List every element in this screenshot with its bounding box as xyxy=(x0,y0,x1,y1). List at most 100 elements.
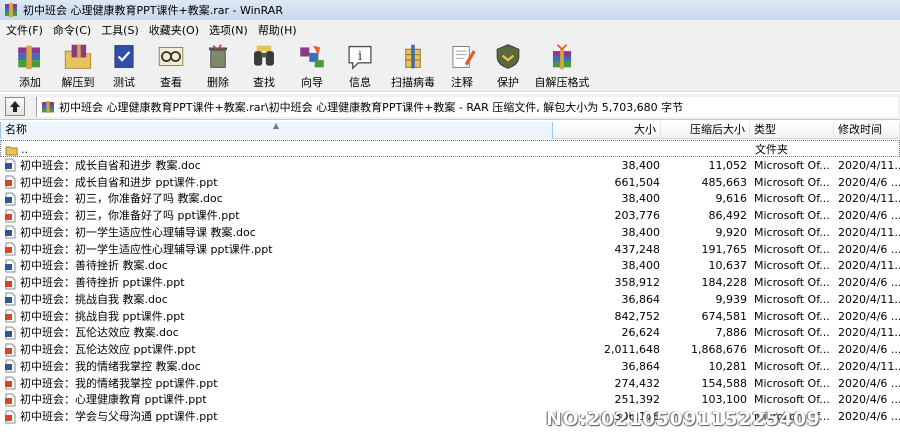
delete-button[interactable]: 删除 xyxy=(198,42,238,90)
file-row[interactable]: 初中班会：心理健康教育 ppt课件.ppt 251,392 103,100 Micro… xyxy=(0,391,900,408)
powerpoint-file-icon xyxy=(5,376,16,390)
file-type: Microsoft Of... xyxy=(754,359,830,373)
powerpoint-file-icon xyxy=(5,309,16,323)
file-row[interactable]: 初中班会：善待挫折 ppt课件.ppt 358,912 184,228 Microso… xyxy=(0,274,900,291)
file-type: Microsoft Of... xyxy=(754,192,830,206)
file-name: 初中班会：挑战自我 教案.doc xyxy=(20,292,168,306)
file-modified: 2020/4/11... xyxy=(838,359,900,373)
file-row[interactable]: 初中班会：挑战自我 ppt课件.ppt 842,752 674,581 Microso… xyxy=(0,308,900,325)
menu-commands[interactable]: 命令(C) xyxy=(49,22,97,38)
file-size: 38,400 xyxy=(621,158,661,172)
file-size: 2,011,648 xyxy=(604,343,660,356)
wizard-button[interactable]: 向导 xyxy=(292,42,332,90)
word-document-icon xyxy=(5,259,16,273)
file-row[interactable]: 初中班会：挑战自我 教案.doc 36,864 9,939 Microsoft Of.… xyxy=(0,291,900,308)
view-icon xyxy=(158,46,184,67)
path-field[interactable]: 初中班会 心理健康教育PPT课件+教案.rar\初中班会 心理健康教育PPT课件… xyxy=(36,97,898,117)
add-archive-icon xyxy=(18,45,40,70)
menu-options[interactable]: 选项(N) xyxy=(205,22,254,38)
file-row[interactable]: 初中班会：初三，你准备好了吗 教案.doc 38,400 9,616 Microsof… xyxy=(0,190,900,207)
file-row[interactable]: 初中班会：初三，你准备好了吗 ppt课件.ppt 203,776 86,492 Mic… xyxy=(0,207,900,224)
file-packed-size: 674,581 xyxy=(701,309,748,323)
menu-bar: 文件(F) 命令(C) 工具(S) 收藏夹(O) 选项(N) 帮助(H) xyxy=(0,20,900,40)
sort-ascending-icon: ▲ xyxy=(273,121,280,130)
column-size[interactable]: 大小 xyxy=(553,122,661,139)
parent-folder-row[interactable]: .. 文件夹 xyxy=(0,140,900,157)
sfx-button[interactable]: 自解压格式 xyxy=(532,42,592,90)
file-row[interactable]: 初中班会：我的情绪我掌控 教案.doc 36,864 10,281 Microsoft… xyxy=(0,358,900,375)
protect-button[interactable]: 保护 xyxy=(488,42,528,90)
column-type[interactable]: 类型 xyxy=(750,122,834,139)
file-row[interactable]: 初中班会：成长自省和进步 教案.doc 38,400 11,052 Microsoft… xyxy=(0,157,900,174)
file-row[interactable]: 初中班会：善待挫折 教案.doc 38,400 10,637 Microsoft Of… xyxy=(0,257,900,274)
file-name: 初中班会：初三，你准备好了吗 教案.doc xyxy=(20,192,223,206)
powerpoint-file-icon xyxy=(5,242,16,256)
file-row[interactable]: 初中班会：瓦伦达效应 ppt课件.ppt 2,011,648 1,868,676 Mi… xyxy=(0,341,900,358)
test-button[interactable]: 测试 xyxy=(104,42,144,90)
file-type: Microsoft Of... xyxy=(754,292,830,306)
file-type: Microsoft Of... xyxy=(754,242,830,256)
find-icon xyxy=(254,45,274,66)
file-packed-size: 103,100 xyxy=(701,393,748,407)
virus-scan-button[interactable]: 扫描病毒 xyxy=(388,42,438,90)
up-folder-button[interactable] xyxy=(5,97,25,116)
svg-text:i: i xyxy=(358,48,362,63)
wizard-icon xyxy=(300,45,324,68)
column-modified[interactable]: 修改时间 xyxy=(834,122,900,139)
file-name: 初中班会：初三，你准备好了吗 ppt课件.ppt xyxy=(20,209,240,222)
file-size: 358,912 xyxy=(614,276,661,289)
file-modified: 2020/4/6 ... xyxy=(838,276,900,289)
protect-icon xyxy=(496,44,520,69)
file-modified: 2020/4/11... xyxy=(838,192,900,206)
file-size: 437,248 xyxy=(614,242,661,256)
word-document-icon xyxy=(5,359,16,373)
title-bar: 初中班会 心理健康教育PPT课件+教案.rar - WinRAR xyxy=(0,0,900,20)
file-size: 36,864 xyxy=(621,292,661,306)
file-list: .. 文件夹 初中班会：成长自省和进步 教案.doc 38,400 11,052 Mi… xyxy=(0,140,900,436)
comment-button[interactable]: 注释 xyxy=(442,42,482,90)
file-type: Microsoft Of... xyxy=(754,376,830,390)
file-packed-size: 9,616 xyxy=(715,192,748,206)
file-size: 842,752 xyxy=(614,309,661,323)
file-modified: 2020/4/6 ... xyxy=(838,209,900,222)
menu-file[interactable]: 文件(F) xyxy=(2,22,49,38)
info-button[interactable]: i 信息 xyxy=(340,42,380,90)
find-button[interactable]: 查找 xyxy=(244,42,284,90)
file-size: 661,504 xyxy=(614,175,661,189)
add-button[interactable]: 添加 xyxy=(8,42,52,90)
window-title: 初中班会 心理健康教育PPT课件+教案.rar - WinRAR xyxy=(23,4,283,17)
menu-tools[interactable]: 工具(S) xyxy=(97,22,145,38)
archive-icon xyxy=(42,101,54,113)
view-button[interactable]: 查看 xyxy=(150,42,192,90)
powerpoint-file-icon xyxy=(5,209,16,222)
file-type: Microsoft Of... xyxy=(754,225,830,239)
file-row[interactable]: 初中班会：初一学生适应性心理辅导课 ppt课件.ppt 437,248 191,76… xyxy=(0,241,900,258)
powerpoint-file-icon xyxy=(5,393,16,407)
file-packed-size: 7,886 xyxy=(715,326,748,340)
column-packed-size[interactable]: 压缩后大小 xyxy=(661,122,750,139)
file-row[interactable]: 初中班会：成长自省和进步 ppt课件.ppt 661,504 485,663 Micr… xyxy=(0,174,900,191)
file-name: 初中班会：挑战自我 ppt课件.ppt xyxy=(20,309,185,323)
menu-help[interactable]: 帮助(H) xyxy=(254,22,303,38)
file-row[interactable]: 初中班会：初一学生适应性心理辅导课 教案.doc 38,400 9,920 Micro… xyxy=(0,224,900,241)
file-row[interactable]: 初中班会：我的情绪我掌控 ppt课件.ppt 274,432 154,588 Micr… xyxy=(0,375,900,392)
file-modified: 2020/4/6 ... xyxy=(838,175,900,189)
file-name: 初中班会：成长自省和进步 ppt课件.ppt xyxy=(20,175,218,189)
file-modified: 2020/4/6 ... xyxy=(838,393,900,407)
file-packed-size: 1,868,676 xyxy=(691,343,747,356)
file-row[interactable]: 初中班会：瓦伦达效应 教案.doc 26,624 7,886 Microsoft Of… xyxy=(0,324,900,341)
file-type: Microsoft Of... xyxy=(754,326,830,340)
menu-favorites[interactable]: 收藏夹(O) xyxy=(145,22,205,38)
file-name: 初中班会：我的情绪我掌控 教案.doc xyxy=(20,359,201,373)
extract-to-icon xyxy=(64,44,92,69)
file-modified: 2020/4/11... xyxy=(838,259,900,273)
file-packed-size: 184,228 xyxy=(701,276,748,289)
file-size: 251,392 xyxy=(614,393,661,407)
extract-to-button[interactable]: 解压到 xyxy=(56,42,100,90)
column-header: 名称 ▲ 大小 压缩后大小 类型 修改时间 xyxy=(0,121,900,139)
file-modified: 2020/4/6 ... xyxy=(838,242,900,256)
file-packed-size: 191,765 xyxy=(701,242,748,256)
file-name: 初中班会：初一学生适应性心理辅导课 教案.doc xyxy=(20,225,256,239)
file-name: 初中班会：学会与父母沟通 ppt课件.ppt xyxy=(20,410,218,423)
file-type: Microsoft Of... xyxy=(754,393,830,407)
